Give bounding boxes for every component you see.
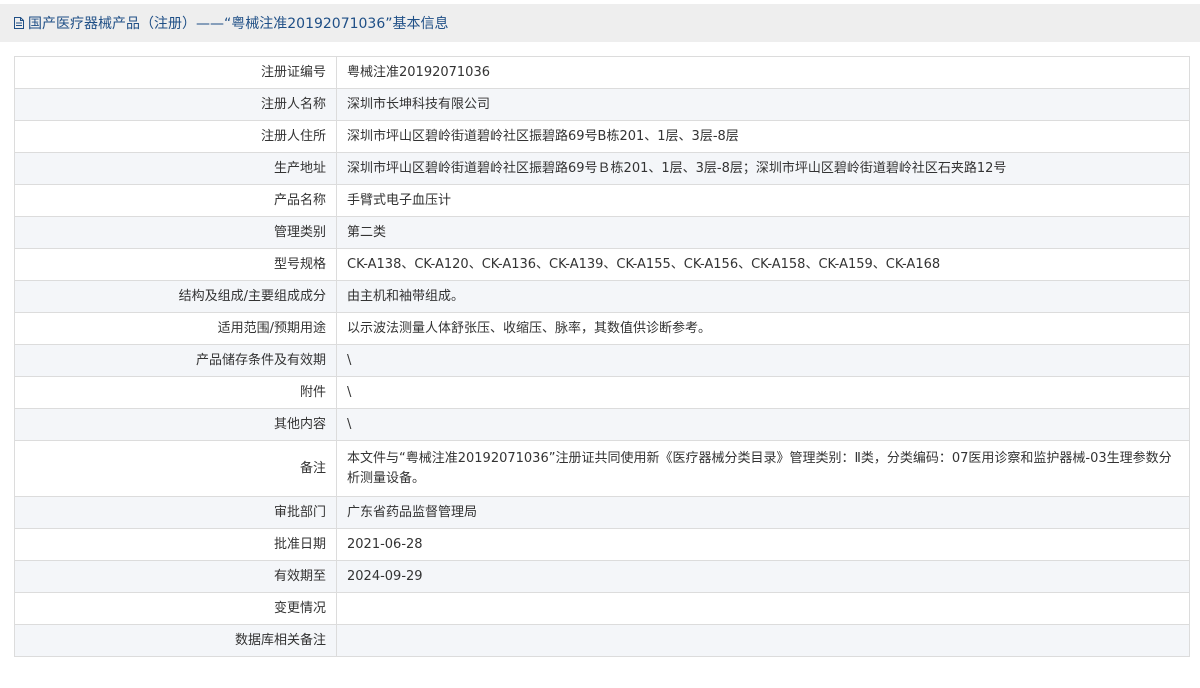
table-row: 产品储存条件及有效期 \ <box>14 344 1190 377</box>
row-value: 2021-06-28 <box>336 528 1190 561</box>
row-value: 以示波法测量人体舒张压、收缩压、脉率，其数值供诊断参考。 <box>336 312 1190 345</box>
table-row: 有效期至 2024-09-29 <box>14 560 1190 593</box>
row-label: 注册人住所 <box>14 120 337 153</box>
row-value: CK-A138、CK-A120、CK-A136、CK-A139、CK-A155、… <box>336 248 1190 281</box>
row-value: 2024-09-29 <box>336 560 1190 593</box>
row-label: 产品储存条件及有效期 <box>14 344 337 377</box>
table-row: 注册人住所 深圳市坪山区碧岭街道碧岭社区振碧路69号B栋201、1层、3层-8层 <box>14 120 1190 153</box>
table-row: 备注 本文件与“粤械注准20192071036”注册证共同使用新《医疗器械分类目… <box>14 440 1190 497</box>
table-row: 注册证编号 粤械注准20192071036 <box>14 56 1190 89</box>
table-row: 批准日期 2021-06-28 <box>14 528 1190 561</box>
table-row: 产品名称 手臂式电子血压计 <box>14 184 1190 217</box>
row-label: 变更情况 <box>14 592 337 625</box>
row-label: 适用范围/预期用途 <box>14 312 337 345</box>
row-label: 结构及组成/主要组成成分 <box>14 280 337 313</box>
table-row: 结构及组成/主要组成成分 由主机和袖带组成。 <box>14 280 1190 313</box>
row-label: 批准日期 <box>14 528 337 561</box>
row-label: 型号规格 <box>14 248 337 281</box>
row-label: 备注 <box>14 440 337 497</box>
row-value <box>336 624 1190 657</box>
row-value: 粤械注准20192071036 <box>336 56 1190 89</box>
row-value <box>336 592 1190 625</box>
row-value: \ <box>336 376 1190 409</box>
table-row: 审批部门 广东省药品监督管理局 <box>14 496 1190 529</box>
table-row: 变更情况 <box>14 592 1190 625</box>
table-row: 数据库相关备注 <box>14 624 1190 657</box>
row-value: 深圳市长坤科技有限公司 <box>336 88 1190 121</box>
page-title-bar: 国产医疗器械产品（注册）——“粤械注准20192071036”基本信息 <box>0 4 1200 42</box>
row-label: 管理类别 <box>14 216 337 249</box>
row-label: 注册证编号 <box>14 56 337 89</box>
table-row: 型号规格 CK-A138、CK-A120、CK-A136、CK-A139、CK-… <box>14 248 1190 281</box>
row-label: 其他内容 <box>14 408 337 441</box>
table-row: 生产地址 深圳市坪山区碧岭街道碧岭社区振碧路69号Ｂ栋201、1层、3层-8层；… <box>14 152 1190 185</box>
row-label: 注册人名称 <box>14 88 337 121</box>
table-row: 适用范围/预期用途 以示波法测量人体舒张压、收缩压、脉率，其数值供诊断参考。 <box>14 312 1190 345</box>
info-table: 注册证编号 粤械注准20192071036 注册人名称 深圳市长坤科技有限公司 … <box>14 56 1190 657</box>
row-value: \ <box>336 408 1190 441</box>
table-row: 注册人名称 深圳市长坤科技有限公司 <box>14 88 1190 121</box>
table-row: 附件 \ <box>14 376 1190 409</box>
row-label: 数据库相关备注 <box>14 624 337 657</box>
row-label: 审批部门 <box>14 496 337 529</box>
row-label: 生产地址 <box>14 152 337 185</box>
row-value: 由主机和袖带组成。 <box>336 280 1190 313</box>
row-value: 第二类 <box>336 216 1190 249</box>
row-value: 手臂式电子血压计 <box>336 184 1190 217</box>
row-label: 有效期至 <box>14 560 337 593</box>
row-value: 本文件与“粤械注准20192071036”注册证共同使用新《医疗器械分类目录》管… <box>336 440 1190 497</box>
row-label: 产品名称 <box>14 184 337 217</box>
row-value: 深圳市坪山区碧岭街道碧岭社区振碧路69号B栋201、1层、3层-8层 <box>336 120 1190 153</box>
row-value: 深圳市坪山区碧岭街道碧岭社区振碧路69号Ｂ栋201、1层、3层-8层；深圳市坪山… <box>336 152 1190 185</box>
row-value: 广东省药品监督管理局 <box>336 496 1190 529</box>
table-row: 管理类别 第二类 <box>14 216 1190 249</box>
page-title: 国产医疗器械产品（注册）——“粤械注准20192071036”基本信息 <box>28 16 449 32</box>
row-label: 附件 <box>14 376 337 409</box>
document-icon <box>14 17 24 29</box>
row-value: \ <box>336 344 1190 377</box>
table-row: 其他内容 \ <box>14 408 1190 441</box>
